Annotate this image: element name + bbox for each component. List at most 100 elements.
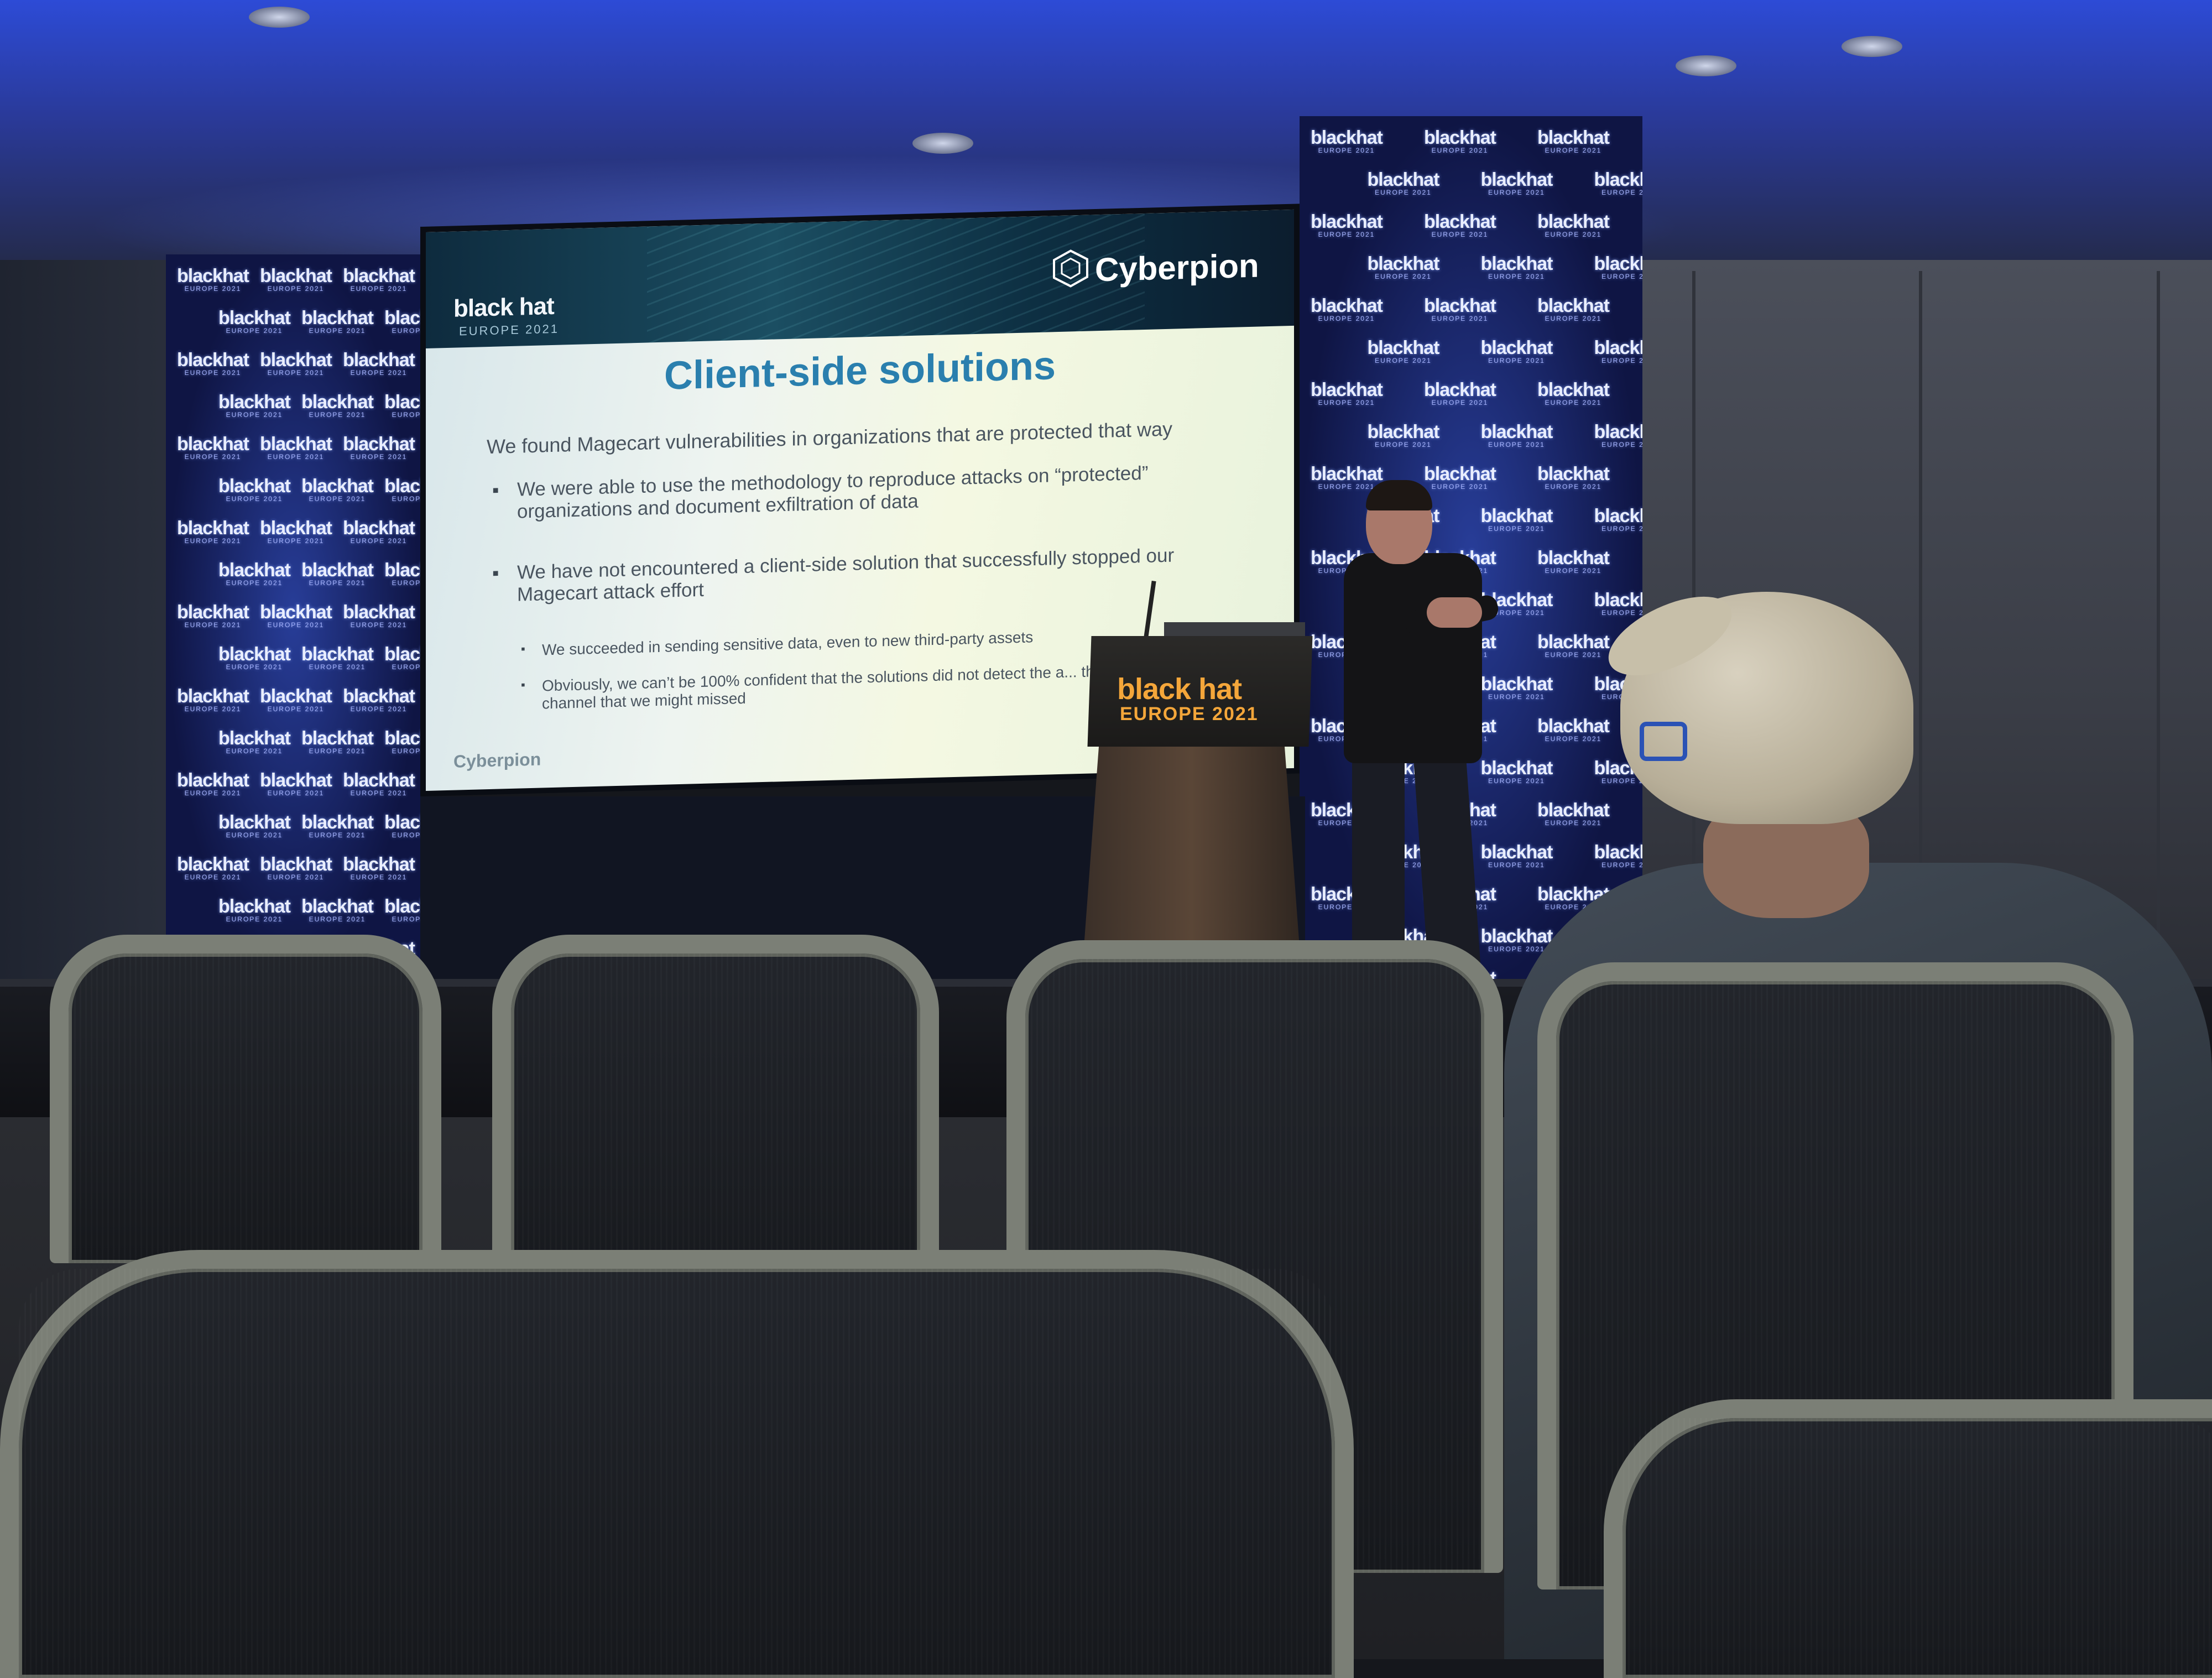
backdrop-logo-subtitle: EUROPE 2021 xyxy=(1601,357,1642,364)
backdrop-logo-subtitle: EUROPE 2021 xyxy=(392,831,420,839)
backdrop-logo-tile: blackhatEUROPE 2021 xyxy=(218,728,291,755)
backdrop-logo-tile: blackhatEUROPE 2021 xyxy=(1594,253,1643,280)
backdrop-logo-subtitle: EUROPE 2021 xyxy=(392,915,420,923)
backdrop-logo-tile: blackhatEUROPE 2021 xyxy=(1311,379,1383,407)
backdrop-logo-subtitle: EUROPE 2021 xyxy=(392,495,420,503)
backdrop-logo-subtitle: EUROPE 2021 xyxy=(1601,189,1642,196)
laptop-on-lectern xyxy=(1164,622,1305,636)
backdrop-logo-subtitle: EUROPE 2021 xyxy=(309,411,366,419)
backdrop-logo-subtitle: EUROPE 2021 xyxy=(267,621,325,629)
backdrop-logo-tile: blackhatEUROPE 2021 xyxy=(384,308,420,335)
backdrop-logo-subtitle: EUROPE 2021 xyxy=(267,285,325,293)
backdrop-logo-tile: blackhatEUROPE 2021 xyxy=(260,265,332,293)
backdrop-logo-subtitle: EUROPE 2021 xyxy=(1545,567,1602,575)
backdrop-logo-tile: blackhatEUROPE 2021 xyxy=(301,560,374,587)
backdrop-logo-subtitle: EUROPE 2021 xyxy=(1601,861,1642,869)
backdrop-logo-tile: blackhatEUROPE 2021 xyxy=(343,518,415,545)
ceiling-spotlight xyxy=(249,7,310,28)
backdrop-logo-subtitle: EUROPE 2021 xyxy=(1545,819,1602,827)
backdrop-logo-subtitle: EUROPE 2021 xyxy=(309,579,366,587)
eyeglasses xyxy=(1640,722,1687,761)
backdrop-logo-tile: blackhatEUROPE 2021 xyxy=(1537,127,1610,154)
backdrop-logo-tile: blackhatEUROPE 2021 xyxy=(1480,253,1553,280)
backdrop-logo-tile: blackhatEUROPE 2021 xyxy=(260,434,332,461)
backdrop-logo-tile: blackhatEUROPE 2021 xyxy=(1480,421,1553,449)
backdrop-logo-tile: blackhatEUROPE 2021 xyxy=(301,644,374,671)
backdrop-logo-subtitle: EUROPE 2021 xyxy=(350,453,408,461)
backdrop-logo-tile: blackhatEUROPE 2021 xyxy=(1594,421,1643,449)
backdrop-logo-subtitle: EUROPE 2021 xyxy=(1488,525,1545,533)
lectern-event-logo: black hat xyxy=(1117,673,1242,706)
backdrop-logo-tile: blackhatEUROPE 2021 xyxy=(177,686,249,713)
backdrop-logo-tile: blackhatEUROPE 2021 xyxy=(343,770,415,797)
backdrop-logo-tile: blackhatEUROPE 2021 xyxy=(218,560,291,587)
backdrop-logo-subtitle: EUROPE 2021 xyxy=(350,705,408,713)
backdrop-logo-tile: blackhatEUROPE 2021 xyxy=(343,434,415,461)
backdrop-logo-subtitle: EUROPE 2021 xyxy=(350,873,408,881)
backdrop-logo-tile: blackhatEUROPE 2021 xyxy=(218,308,291,335)
backdrop-logo-tile: blackhatEUROPE 2021 xyxy=(1594,590,1643,617)
backdrop-logo-tile: blackhatEUROPE 2021 xyxy=(1311,463,1383,491)
chair-mesh xyxy=(19,1269,1335,1678)
backdrop-logo-subtitle: EUROPE 2021 xyxy=(226,411,283,419)
backdrop-logo-subtitle: EUROPE 2021 xyxy=(184,705,242,713)
backdrop-logo-subtitle: EUROPE 2021 xyxy=(1545,315,1602,322)
backdrop-logo-tile: blackhatEUROPE 2021 xyxy=(177,854,249,881)
backdrop-logo-subtitle: EUROPE 2021 xyxy=(1375,189,1432,196)
backdrop-logo-subtitle: EUROPE 2021 xyxy=(392,327,420,335)
slide-footer-brand: Cyberpion xyxy=(453,749,541,772)
backdrop-logo-subtitle: EUROPE 2021 xyxy=(309,663,366,671)
backdrop-logo-tile: blackhatEUROPE 2021 xyxy=(384,392,420,419)
backdrop-logo-subtitle: EUROPE 2021 xyxy=(1431,231,1489,238)
backdrop-logo-subtitle: EUROPE 2021 xyxy=(350,537,408,545)
backdrop-logo-tile: blackhatEUROPE 2021 xyxy=(1480,926,1553,953)
backdrop-logo-tile: blackhatEUROPE 2021 xyxy=(218,644,291,671)
backdrop-logo-tile: blackhatEUROPE 2021 xyxy=(384,812,420,839)
chair-back-foreground xyxy=(0,1250,1354,1678)
backdrop-logo-subtitle: EUROPE 2021 xyxy=(309,915,366,923)
chair-mesh xyxy=(69,953,422,1263)
backdrop-logo-subtitle: EUROPE 2021 xyxy=(1375,357,1432,364)
backdrop-logo-subtitle: EUROPE 2021 xyxy=(350,621,408,629)
backdrop-logo-tile: blackhatEUROPE 2021 xyxy=(1537,295,1610,322)
backdrop-logo-subtitle: EUROPE 2021 xyxy=(309,831,366,839)
backdrop-logo-subtitle: EUROPE 2021 xyxy=(1545,147,1602,154)
backdrop-logo-subtitle: EUROPE 2021 xyxy=(350,789,408,797)
backdrop-logo-tile: blackhatEUROPE 2021 xyxy=(1537,632,1610,659)
backdrop-logo-subtitle: EUROPE 2021 xyxy=(1545,399,1602,407)
backdrop-logo-subtitle: EUROPE 2021 xyxy=(226,495,283,503)
slide-sub-bullet: We succeeded in sending sensitive data, … xyxy=(542,624,1178,659)
backdrop-logo-subtitle: EUROPE 2021 xyxy=(267,873,325,881)
backdrop-logo-tile: blackhatEUROPE 2021 xyxy=(1537,716,1610,743)
backdrop-logo-subtitle: EUROPE 2021 xyxy=(1545,735,1602,743)
backdrop-logo-tile: blackhatEUROPE 2021 xyxy=(1537,379,1610,407)
backdrop-logo-tile: blackhatEUROPE 2021 xyxy=(260,518,332,545)
backdrop-logo-subtitle: EUROPE 2021 xyxy=(226,327,283,335)
slide-event-logo: black hat xyxy=(453,292,554,322)
backdrop-logo-subtitle: EUROPE 2021 xyxy=(392,579,420,587)
backdrop-logo-subtitle: EUROPE 2021 xyxy=(1488,189,1545,196)
backdrop-logo-subtitle: EUROPE 2021 xyxy=(309,747,366,755)
backdrop-logo-subtitle: EUROPE 2021 xyxy=(392,747,420,755)
backdrop-logo-subtitle: EUROPE 2021 xyxy=(1375,273,1432,280)
backdrop-logo-tile: blackhatEUROPE 2021 xyxy=(1367,337,1440,364)
backdrop-logo-tile: blackhatEUROPE 2021 xyxy=(301,896,374,923)
backdrop-logo-tile: blackhatEUROPE 2021 xyxy=(260,350,332,377)
slide-brand-name: Cyberpion xyxy=(1095,247,1259,289)
lectern-event-subtitle: EUROPE 2021 xyxy=(1120,703,1259,725)
backdrop-logo-tile: blackhatEUROPE 2021 xyxy=(1311,127,1383,154)
backdrop-logo-tile: blackhatEUROPE 2021 xyxy=(301,812,374,839)
backdrop-logo-subtitle: EUROPE 2021 xyxy=(1488,441,1545,449)
backdrop-logo-tile: blackhatEUROPE 2021 xyxy=(260,602,332,629)
cyberpion-logo-icon xyxy=(1053,249,1088,288)
backdrop-logo-subtitle: EUROPE 2021 xyxy=(226,915,283,923)
backdrop-logo-tile: blackhatEUROPE 2021 xyxy=(1480,842,1553,869)
backdrop-logo-subtitle: EUROPE 2021 xyxy=(1488,861,1545,869)
backdrop-logo-subtitle: EUROPE 2021 xyxy=(184,285,242,293)
chair-back xyxy=(50,935,441,1263)
backdrop-logo-subtitle: EUROPE 2021 xyxy=(1318,231,1375,238)
backdrop-logo-subtitle: EUROPE 2021 xyxy=(392,411,420,419)
backdrop-logo-tile: blackhatEUROPE 2021 xyxy=(343,265,415,293)
speaker-hands xyxy=(1427,597,1482,628)
backdrop-logo-subtitle: EUROPE 2021 xyxy=(1375,441,1432,449)
